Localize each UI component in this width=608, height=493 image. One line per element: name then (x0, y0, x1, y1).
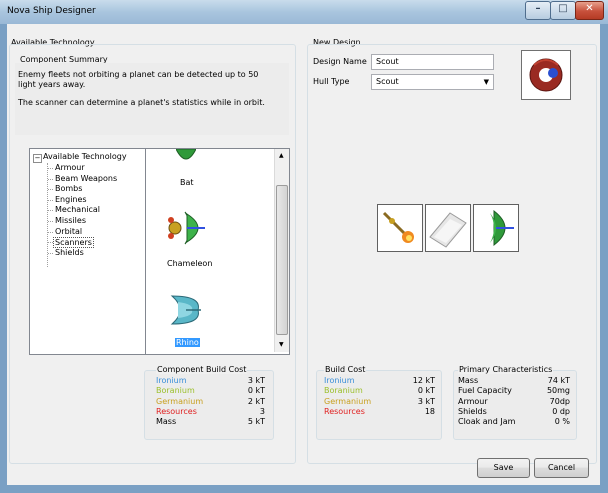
cost-name: Boranium (156, 386, 195, 396)
characteristic-name: Fuel Capacity (458, 386, 512, 396)
scout-hull-icon (529, 58, 563, 92)
cost-name: Resources (156, 406, 197, 416)
chameleon-scanner-icon[interactable] (165, 208, 211, 248)
dialog-body: Available Technology Component Summary E… (7, 24, 600, 485)
scanner-dish-icon (490, 209, 514, 247)
component-label[interactable]: Chameleon (167, 259, 212, 268)
tree-connector (48, 199, 53, 201)
summary-text-2: The scanner can determine a planet's sta… (18, 98, 265, 107)
cost-value: 5 kT (247, 417, 265, 427)
tree-item-mechanical[interactable]: Mechanical (55, 205, 100, 214)
component-summary-panel: Enemy fleets not orbiting a planet can b… (15, 63, 289, 135)
maximize-button[interactable]: □ (550, 1, 576, 20)
cost-value: 0 kT (247, 386, 265, 396)
tree-root[interactable]: Available Technology (43, 152, 127, 161)
hull-slot-empty[interactable] (425, 204, 471, 252)
summary-text-1: Enemy fleets not orbiting a planet can b… (18, 70, 259, 89)
cancel-button[interactable]: Cancel (534, 458, 589, 478)
maximize-icon: □ (558, 3, 568, 14)
window-title: Nova Ship Designer (7, 6, 96, 16)
scroll-down-icon[interactable]: ▼ (279, 341, 284, 348)
characteristic-value: 0 % (554, 417, 570, 427)
characteristic-name: Shields (458, 406, 487, 416)
cost-name: Boranium (324, 386, 363, 396)
scroll-up-icon[interactable]: ▲ (279, 152, 284, 159)
cost-name: Ironium (156, 376, 187, 385)
characteristic-name: Mass (458, 376, 479, 385)
tree-item-beam-weapons[interactable]: Beam Weapons (55, 174, 117, 183)
tree-item-orbital[interactable]: Orbital (55, 227, 82, 236)
minimize-icon: – (535, 3, 541, 14)
cost-name: Mass (156, 417, 177, 427)
component-list[interactable]: Bat Chameleon Rhino ▲ ▼ (145, 148, 290, 355)
scrollbar-thumb[interactable] (276, 185, 288, 335)
tree-item-engines[interactable]: Engines (55, 195, 87, 204)
hull-slot-engine[interactable] (377, 204, 423, 252)
tree-connector (48, 231, 53, 233)
tree-item-bombs[interactable]: Bombs (55, 184, 82, 193)
cost-value: 12 kT (412, 376, 435, 385)
component-label[interactable]: Bat (180, 178, 194, 187)
characteristic-value: 70dp (549, 396, 570, 406)
cost-value: 3 kT (417, 396, 435, 406)
tree-connector (48, 168, 53, 169)
minimize-button[interactable]: – (525, 1, 551, 20)
hull-image (521, 50, 571, 100)
characteristic-value: 0 dp (552, 406, 570, 416)
close-button[interactable]: ✕ (575, 1, 604, 20)
characteristic-name: Cloak and Jam (458, 417, 516, 427)
characteristic-name: Armour (458, 396, 488, 406)
title-bar[interactable]: Nova Ship Designer – □ ✕ (0, 0, 608, 24)
close-icon: ✕ (585, 3, 594, 14)
save-button[interactable]: Save (477, 458, 530, 478)
build-cost-label: Build Cost (324, 365, 367, 374)
component-build-cost-label: Component Build Cost (156, 365, 248, 374)
cost-value: 0 kT (417, 386, 435, 396)
tree-collapse-icon[interactable]: − (33, 154, 42, 163)
characteristic-value: 50mg (546, 386, 570, 396)
cost-name: Resources (324, 406, 365, 416)
hull-slot-scanner[interactable] (473, 204, 519, 252)
tree-connector (48, 178, 53, 180)
cost-value: 3 kT (247, 376, 265, 385)
tree-connector (48, 221, 53, 222)
tree-item-shields[interactable]: Shields (55, 248, 84, 257)
design-name-value: Scout (376, 57, 399, 66)
cost-value: 18 (424, 406, 435, 416)
cost-name: Ironium (324, 376, 355, 385)
rhino-scanner-icon[interactable] (168, 290, 202, 330)
component-label-selected[interactable]: Rhino (175, 338, 200, 347)
cost-name: Germanium (156, 396, 204, 406)
cost-name: Germanium (324, 396, 372, 406)
tree-connector (48, 210, 53, 212)
chevron-down-icon[interactable]: ▼ (484, 78, 489, 86)
component-scrollbar[interactable]: ▲ ▼ (274, 149, 289, 352)
cost-value: 3 (259, 406, 265, 416)
design-name-label: Design Name (313, 57, 367, 66)
window-frame: Nova Ship Designer – □ ✕ Available Techn… (0, 0, 608, 493)
hull-type-value: Scout (376, 77, 399, 86)
hull-type-label: Hull Type (313, 77, 350, 86)
hull-type-select[interactable]: Scout ▼ (371, 74, 494, 90)
tree-connector (48, 189, 53, 191)
engine-icon (382, 211, 414, 243)
tree-item-missiles[interactable]: Missiles (55, 216, 86, 225)
design-name-input[interactable]: Scout (371, 54, 494, 70)
cost-value: 2 kT (247, 396, 265, 406)
tree-connector (48, 252, 53, 254)
technology-tree[interactable]: − Available Technology Armour Beam Weapon… (29, 148, 146, 355)
characteristic-value: 74 kT (547, 376, 570, 385)
tree-item-scanners[interactable]: Scanners (53, 237, 94, 249)
bat-dish-icon (175, 148, 197, 163)
tree-item-armour[interactable]: Armour (55, 163, 85, 172)
primary-characteristics-label: Primary Characteristics (458, 365, 554, 374)
empty-hull-icon (429, 212, 467, 248)
